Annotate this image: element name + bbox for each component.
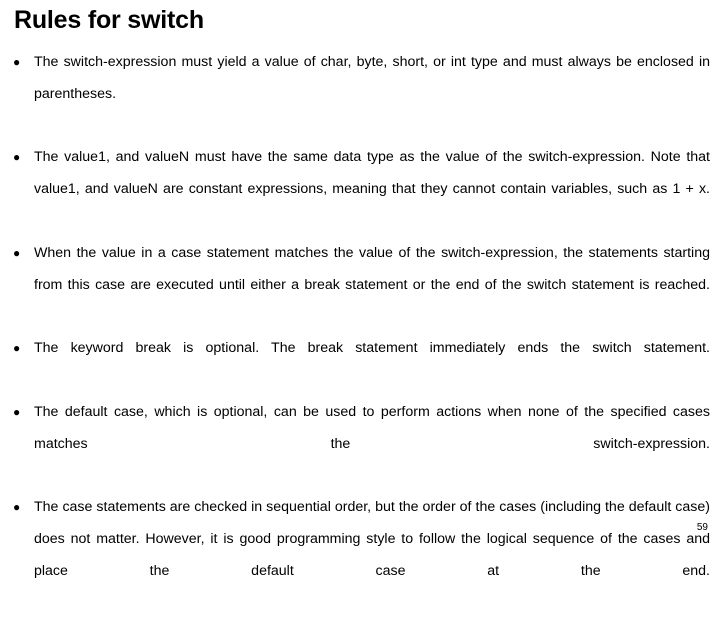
bullet-icon: ● bbox=[13, 150, 21, 165]
list-item-text: The case statements are checked in seque… bbox=[34, 499, 710, 579]
list-item-text: The switch-expression must yield a value… bbox=[34, 54, 710, 102]
bullet-icon: ● bbox=[13, 404, 21, 419]
list-item: ● The case statements are checked in seq… bbox=[10, 492, 710, 619]
list-item-text: When the value in a case statement match… bbox=[34, 244, 710, 293]
list-item-text: The value1, and valueN must have the sam… bbox=[34, 149, 710, 198]
slide-canvas: Rules for switch ● The switch-expression… bbox=[0, 0, 720, 579]
list-item: ● The default case, which is optional, c… bbox=[10, 397, 710, 492]
list-item: ● The value1, and valueN must have the s… bbox=[10, 142, 710, 237]
list-item: ● When the value in a case statement mat… bbox=[10, 238, 710, 333]
page-title: Rules for switch bbox=[14, 6, 204, 34]
list-item: ● The keyword break is optional. The bre… bbox=[10, 333, 710, 397]
list-item-text: The keyword break is optional. The break… bbox=[34, 340, 710, 357]
bullet-icon: ● bbox=[13, 341, 21, 356]
list-item-text: The default case, which is optional, can… bbox=[34, 403, 710, 452]
bullet-icon: ● bbox=[13, 55, 21, 69]
bullet-icon: ● bbox=[13, 500, 21, 515]
bullet-icon: ● bbox=[13, 245, 21, 260]
list-item: ● The switch-expression must yield a val… bbox=[10, 47, 710, 142]
rules-bullet-list: ● The switch-expression must yield a val… bbox=[10, 47, 710, 619]
page-number: 59 bbox=[696, 522, 708, 533]
